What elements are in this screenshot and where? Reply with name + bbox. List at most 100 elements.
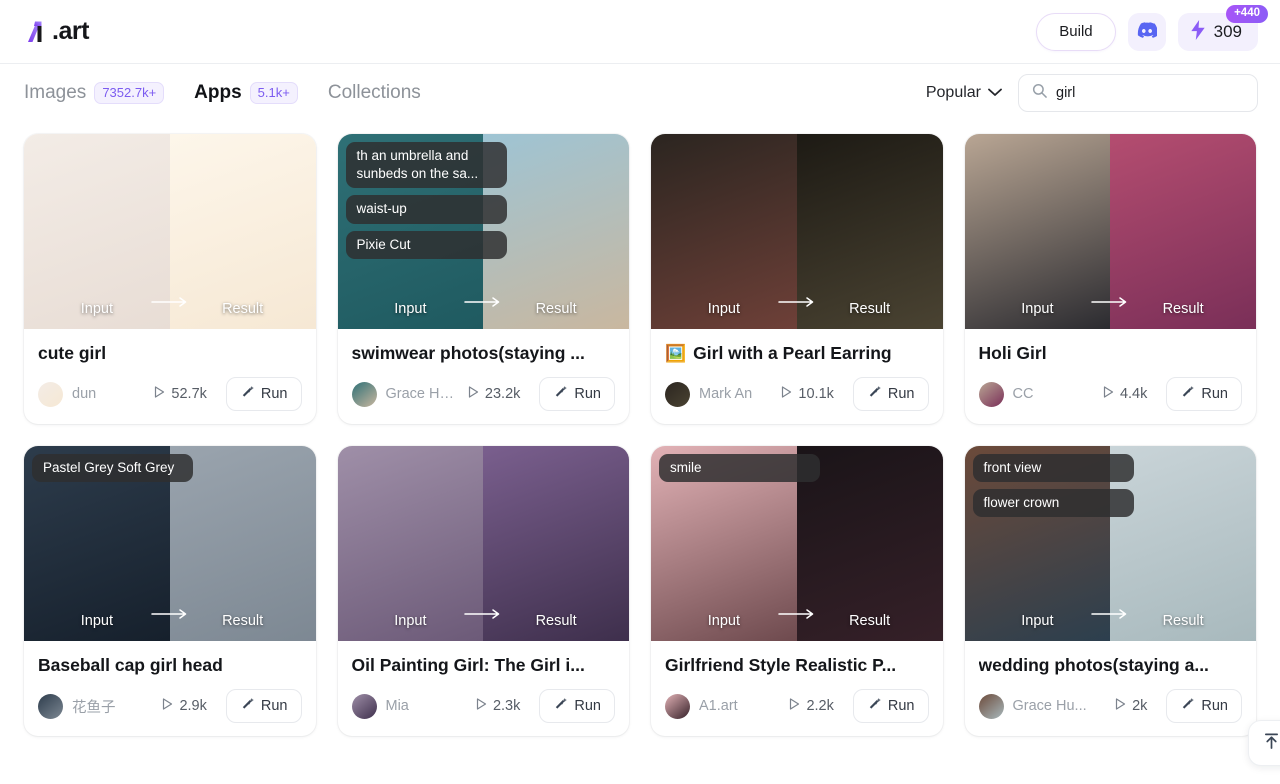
discord-icon [1136,22,1159,41]
app-card[interactable]: front view flower crown Input Result wedd… [964,446,1256,736]
result-label: Result [535,613,577,629]
a1-logo-icon [24,18,50,46]
thumbnail-result-image [169,134,316,329]
card-thumbnail[interactable]: Input Result [964,134,1256,329]
card-run-count: 52.7k [154,386,207,402]
card-thumbnail[interactable]: smile Input Result [651,446,943,641]
input-label: Input [394,301,427,317]
content-tabs: Images 7352.7k+ Apps 5.1k+ Collections [24,81,421,105]
run-button[interactable]: Run [852,377,929,411]
card-thumbnail[interactable]: Input Result [651,134,943,329]
run-button-label: Run [260,698,288,714]
play-icon [789,698,800,714]
app-card[interactable]: Input Result Holi Girl CC 4.4k Run [964,134,1257,424]
card-footer: dun 52.7k Run [38,377,302,411]
app-card[interactable]: Input Result 🖼️ Girl with a Pearl Earrin… [651,134,943,424]
tab-images[interactable]: Images 7352.7k+ [24,81,165,105]
sort-dropdown-label: Popular [925,84,981,101]
prompt-chip-list: smile [659,454,821,483]
run-button-label: Run [1201,698,1228,714]
card-author[interactable]: Grace Hu... [386,386,459,402]
run-button[interactable]: Run [539,377,615,411]
avatar[interactable] [978,693,1004,719]
credits-value: 309 [1213,21,1242,41]
scroll-to-top-button[interactable] [1248,720,1280,766]
result-label: Result [849,613,891,629]
card-run-count-value: 2.3k [492,698,521,714]
card-footer: Mia 2.3k Run [351,689,615,723]
prompt-chip-list: Pastel Grey Soft Grey [32,454,194,483]
arrow-right-icon [463,294,503,312]
card-thumbnail[interactable]: Pastel Grey Soft Grey Input Result [24,446,316,641]
arrow-right-icon [150,294,190,312]
card-meta: Holi Girl CC 4.4k Run [965,329,1257,424]
avatar[interactable] [978,381,1004,407]
thumbnail-input-image [24,134,170,329]
prompt-chip: flower crown [972,489,1134,518]
card-run-count-value: 4.4k [1119,386,1148,402]
app-card[interactable]: Input Result cute girl dun 52.7k Run [24,134,316,424]
card-author[interactable]: Grace Hu... [1013,698,1087,714]
card-author[interactable]: A1.art [699,698,738,714]
credits-button[interactable]: 309 +440 [1177,4,1268,51]
play-icon [468,386,479,402]
discord-button[interactable] [1127,12,1166,51]
card-thumbnail[interactable]: front view flower crown Input Result [964,446,1256,641]
tab-collections[interactable]: Collections [328,82,421,104]
app-card[interactable]: Pastel Grey Soft Grey Input Result Baseb… [24,446,316,736]
prompt-chip: smile [659,454,821,483]
card-author[interactable]: Mark An [699,386,752,402]
card-run-count: 2.2k [789,698,834,714]
search-input[interactable] [1056,85,1244,101]
thumbnail-result-image [483,446,629,641]
card-run-count-value: 23.2k [484,386,521,402]
avatar[interactable] [665,693,690,719]
tab-apps[interactable]: Apps 5.1k+ [194,81,298,105]
avatar[interactable] [38,381,63,407]
card-meta: Girlfriend Style Realistic P... A1.art 2… [651,641,943,736]
run-button[interactable]: Run [852,689,929,723]
chevron-down-icon [988,84,1002,102]
build-button[interactable]: Build [1036,12,1116,51]
magic-wand-icon [867,697,882,716]
arrow-right-icon [777,294,817,312]
run-button[interactable]: Run [225,689,302,723]
run-button[interactable]: Run [1166,689,1242,723]
card-thumbnail[interactable]: Input Result [337,446,629,641]
magic-wand-icon [1180,385,1195,404]
run-button[interactable]: Run [539,689,615,723]
run-button[interactable]: Run [225,377,302,411]
app-card[interactable]: smile Input Result Girlfriend Style Real… [651,446,943,736]
play-icon [781,386,792,402]
app-header: .art Build 309 +440 [0,0,1280,64]
thumbnail-result-image [1110,134,1256,329]
search-box[interactable] [1018,74,1258,112]
run-button[interactable]: Run [1166,377,1242,411]
app-card[interactable]: th an umbrella and sunbeds on the sa... w… [337,134,629,424]
card-meta: Oil Painting Girl: The Girl i... Mia 2.3… [338,641,630,736]
run-button-label: Run [574,698,601,714]
arrow-up-to-line-icon [1263,732,1280,755]
avatar[interactable] [351,381,377,407]
card-run-count-value: 2k [1132,698,1148,714]
card-title-text: Girl with a Pearl Earring [693,343,892,363]
card-thumbnail[interactable]: Input Result [24,134,316,329]
brand-logo[interactable]: .art [24,18,89,46]
input-label: Input [1021,613,1054,629]
card-thumbnail[interactable]: th an umbrella and sunbeds on the sa... w… [337,134,629,329]
card-author[interactable]: Mia [386,698,409,714]
card-author[interactable]: 花鱼子 [72,696,116,717]
card-title: Oil Painting Girl: The Girl i... [352,655,616,676]
magic-wand-icon [553,385,568,404]
card-author[interactable]: dun [72,386,96,402]
prompt-chip-list: front view flower crown [972,454,1134,518]
apps-grid: Input Result cute girl dun 52.7k Run th … [0,122,1280,736]
card-author[interactable]: CC [1013,386,1034,402]
app-card[interactable]: Input Result Oil Painting Girl: The Girl… [337,446,630,736]
prompt-chip: Pixie Cut [345,230,507,259]
avatar[interactable] [38,693,63,719]
sort-dropdown[interactable]: Popular [926,84,1002,102]
avatar[interactable] [351,693,377,719]
card-footer: Grace Hu... 23.2k Run [351,377,615,411]
avatar[interactable] [665,381,690,407]
